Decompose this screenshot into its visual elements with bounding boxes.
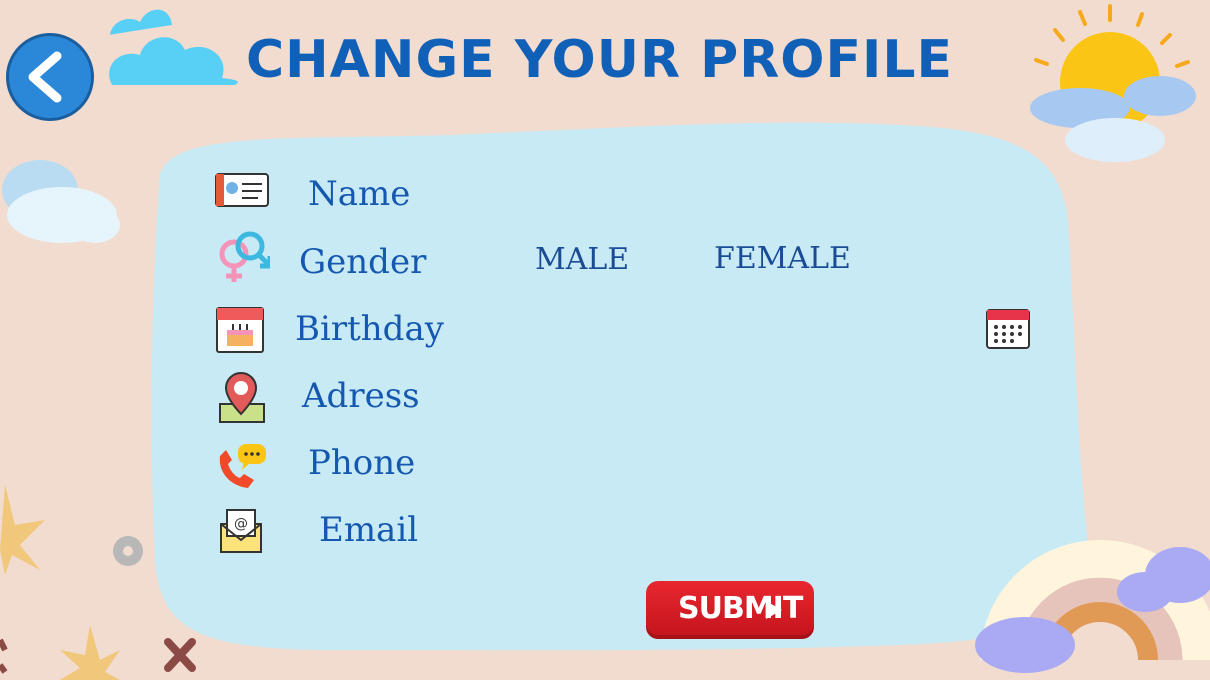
gender-icon bbox=[219, 231, 270, 282]
id-card-icon bbox=[215, 173, 269, 207]
phone-label: Phone bbox=[308, 443, 416, 483]
blue-cloud-icon bbox=[108, 9, 238, 85]
birthday-label: Birthday bbox=[295, 309, 444, 349]
back-arrow-icon bbox=[28, 51, 62, 103]
location-pin-icon bbox=[219, 372, 265, 423]
back-button[interactable] bbox=[6, 33, 94, 121]
gender-label: Gender bbox=[299, 242, 427, 282]
address-field[interactable] bbox=[460, 380, 1020, 420]
x-decoration-icon bbox=[164, 638, 196, 672]
email-field[interactable] bbox=[460, 514, 1020, 554]
phone-chat-icon bbox=[219, 444, 266, 488]
birthday-field[interactable] bbox=[480, 312, 970, 352]
phone-field[interactable] bbox=[460, 447, 1020, 487]
email-envelope-icon: @ bbox=[220, 509, 262, 553]
sun-icon bbox=[1030, 4, 1196, 162]
address-label: Adress bbox=[302, 376, 420, 416]
star-decoration-icon bbox=[0, 485, 120, 680]
svg-text:@: @ bbox=[234, 516, 248, 532]
play-arrow-icon bbox=[766, 601, 782, 619]
white-cloud-icon bbox=[2, 160, 120, 243]
name-field[interactable] bbox=[460, 178, 1020, 218]
date-picker-icon[interactable] bbox=[985, 306, 1041, 362]
submit-button[interactable]: SUBMIT bbox=[646, 581, 814, 639]
email-label: Email bbox=[319, 510, 419, 550]
page-title: CHANGE YOUR PROFILE bbox=[246, 30, 954, 90]
gender-option-female[interactable]: FEMALE bbox=[714, 241, 851, 276]
birthday-calendar-icon bbox=[216, 307, 264, 353]
name-label: Name bbox=[308, 174, 411, 214]
gender-option-male[interactable]: MALE bbox=[535, 242, 629, 277]
